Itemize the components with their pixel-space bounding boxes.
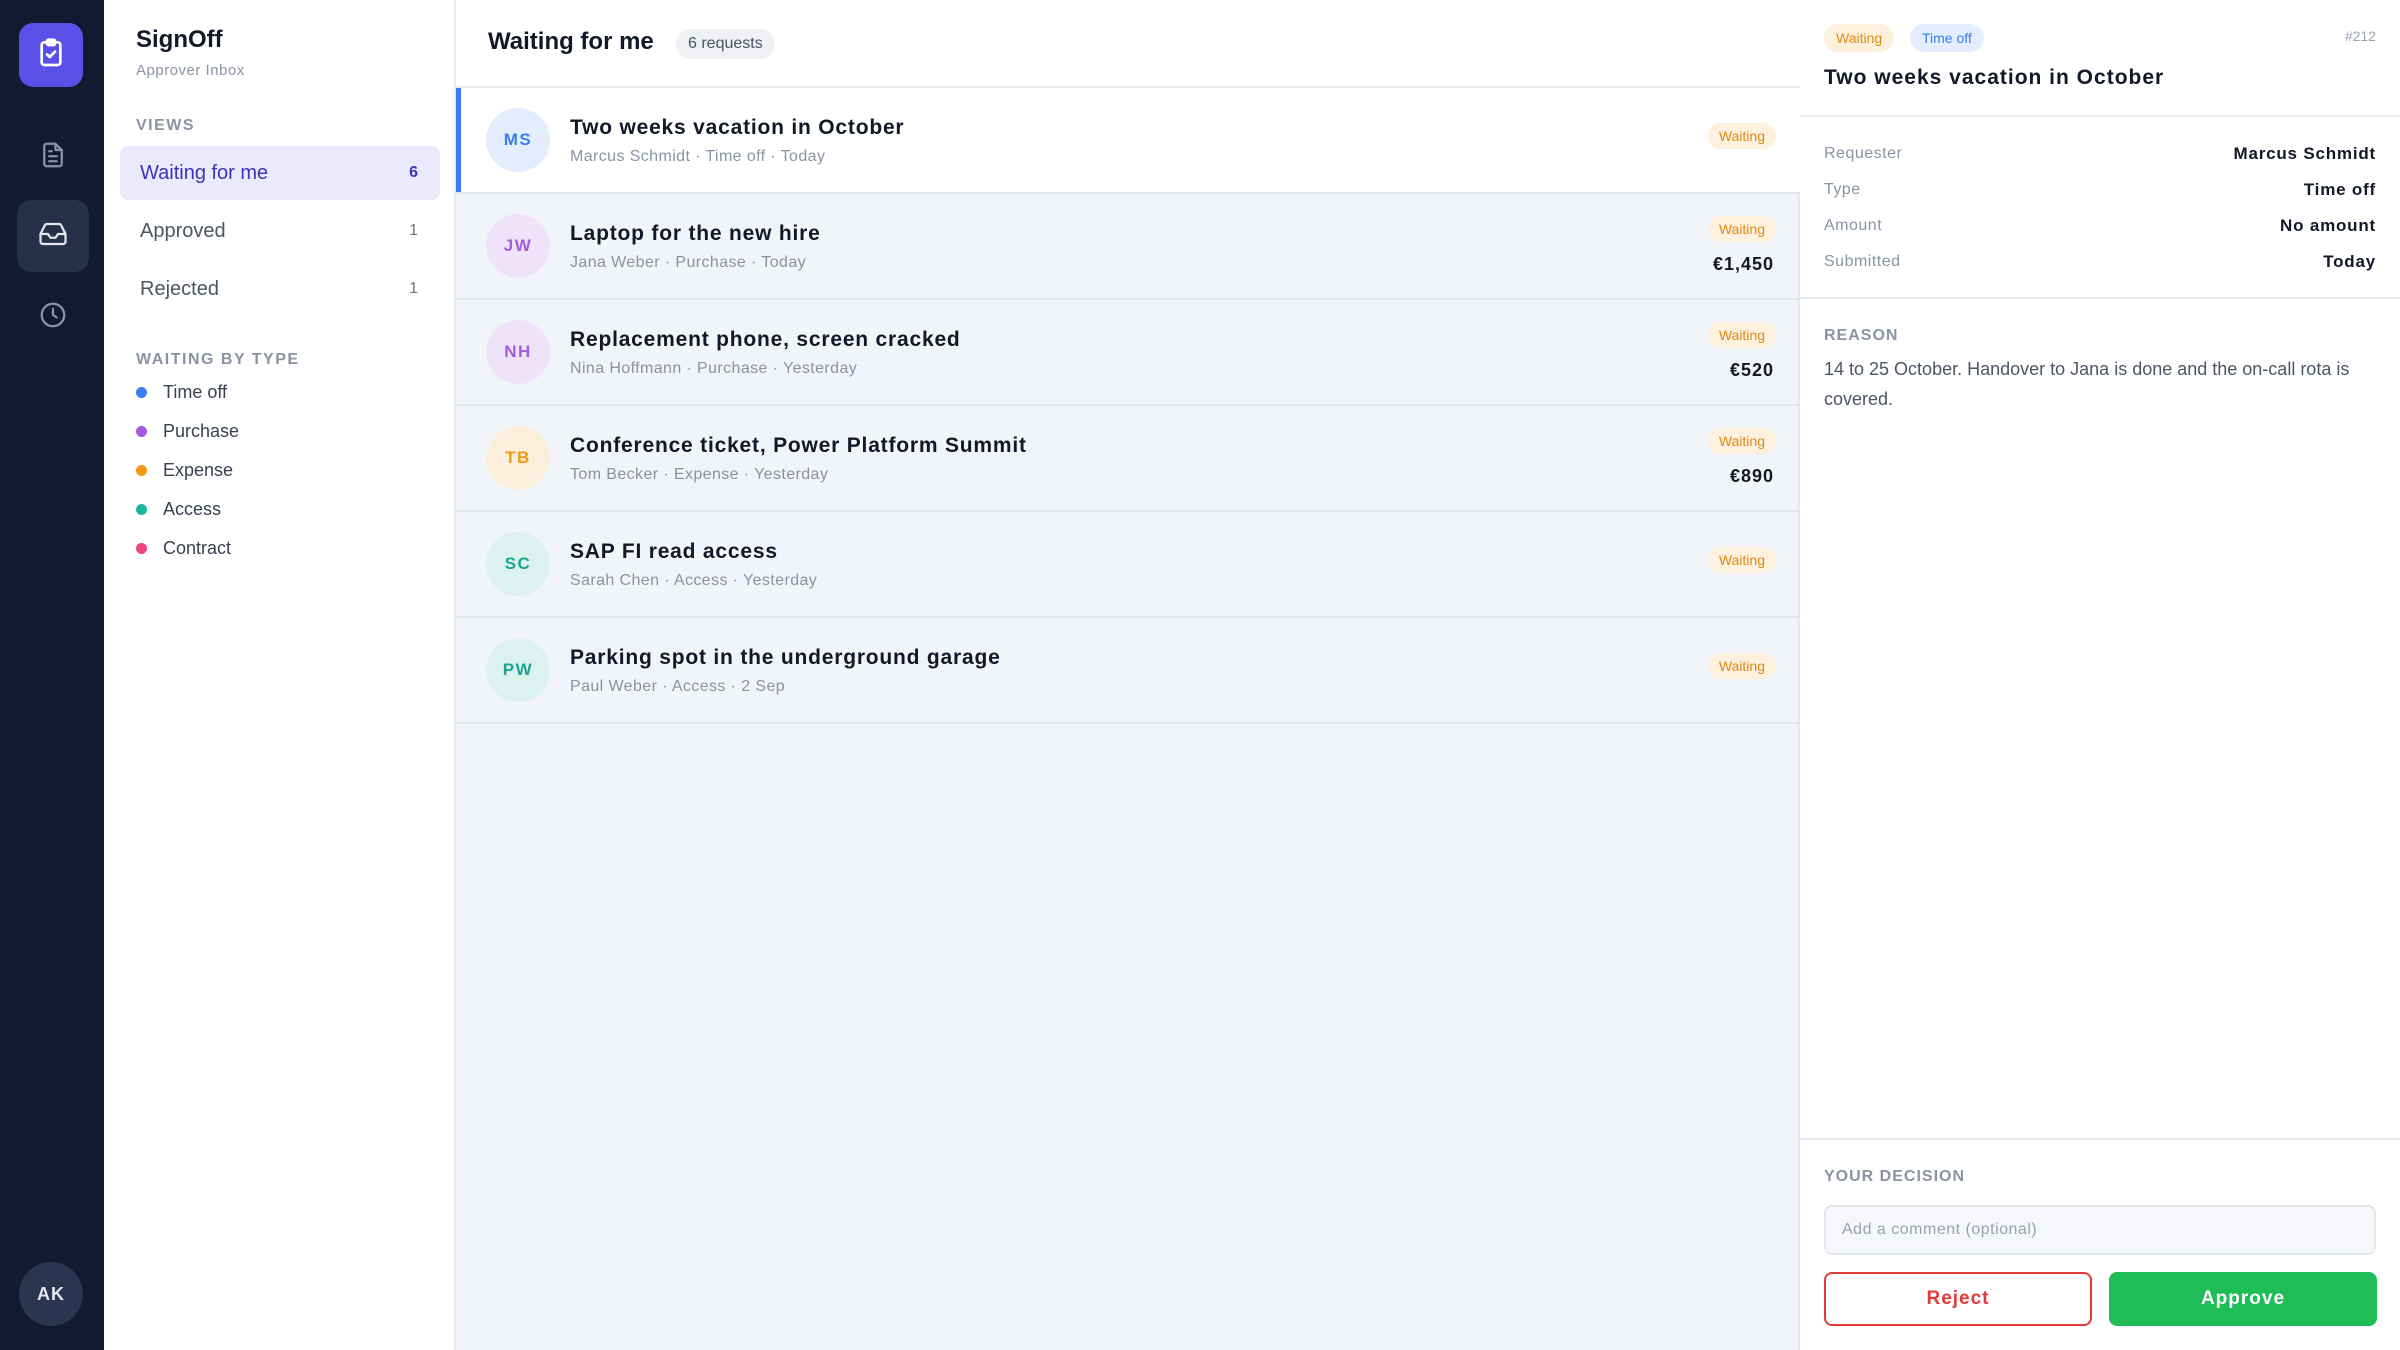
request-detail-panel: Waiting Time off #212 Two weeks vacation… xyxy=(1800,0,2400,1350)
request-row[interactable]: NH Replacement phone, screen cracked Nin… xyxy=(456,300,1800,406)
status-badge: Waiting xyxy=(1707,428,1776,454)
request-row[interactable]: MS Two weeks vacation in October Marcus … xyxy=(456,88,1800,194)
reason-label: REASON xyxy=(1824,327,1899,344)
view-waiting-for-me[interactable]: Waiting for me 6 xyxy=(120,146,440,200)
detail-status-badge: Waiting xyxy=(1824,24,1895,52)
type-color-dot xyxy=(136,425,147,437)
nav-inbox[interactable] xyxy=(17,200,89,272)
field-value: No amount xyxy=(2280,216,2376,235)
document-icon xyxy=(38,140,68,175)
type-color-dot xyxy=(136,542,147,554)
request-meta: Marcus Schmidt · Time off · Today xyxy=(570,148,826,165)
type-color-dot xyxy=(136,386,147,398)
view-count: 1 xyxy=(409,222,418,239)
field-value: Marcus Schmidt xyxy=(2233,144,2376,163)
request-id: #212 xyxy=(2344,28,2376,44)
requester-avatar: PW xyxy=(486,638,550,702)
detail-type-badge: Time off xyxy=(1910,24,1984,52)
type-color-dot xyxy=(136,503,147,515)
field-key: Submitted xyxy=(1824,253,1901,270)
request-row[interactable]: JW Laptop for the new hire Jana Weber · … xyxy=(456,194,1800,300)
view-rejected[interactable]: Rejected 1 xyxy=(120,262,440,316)
field-type: Type Time off xyxy=(1824,175,2376,205)
request-title: SAP FI read access xyxy=(570,540,778,563)
divider xyxy=(1800,1138,2400,1140)
types-section-label: WAITING BY TYPE xyxy=(136,351,300,368)
sidebar: SignOff Approver Inbox VIEWS Waiting for… xyxy=(104,0,523,1350)
nav-documents[interactable] xyxy=(17,121,89,193)
app-name: SignOff xyxy=(136,26,223,53)
nav-history[interactable] xyxy=(17,281,89,353)
type-color-dot xyxy=(136,464,147,476)
request-meta: Tom Becker · Expense · Yesterday xyxy=(570,466,829,483)
view-approved[interactable]: Approved 1 xyxy=(120,204,440,258)
requester-avatar: JW xyxy=(486,214,550,278)
status-badge: Waiting xyxy=(1707,322,1776,348)
inbox-icon xyxy=(38,219,68,254)
list-header: Waiting for me 6 requests xyxy=(456,0,1800,88)
clock-icon xyxy=(38,300,68,335)
field-amount: Amount No amount xyxy=(1824,211,2376,241)
detail-title: Two weeks vacation in October xyxy=(1824,66,2165,89)
view-label: Rejected xyxy=(140,277,219,300)
icon-rail: AK xyxy=(0,0,104,1350)
status-badge: Waiting xyxy=(1707,123,1776,149)
view-count: 6 xyxy=(409,164,418,181)
request-meta: Sarah Chen · Access · Yesterday xyxy=(570,572,818,589)
clipboard-check-icon xyxy=(35,37,67,74)
app-logo[interactable] xyxy=(19,23,83,87)
status-badge: Waiting xyxy=(1707,216,1776,242)
request-title: Two weeks vacation in October xyxy=(570,116,905,139)
field-value: Time off xyxy=(2303,180,2376,199)
list-title: Waiting for me xyxy=(488,28,654,55)
request-amount: €520 xyxy=(1729,360,1774,380)
status-badge: Waiting xyxy=(1707,547,1776,573)
request-row[interactable]: SC SAP FI read access Sarah Chen · Acces… xyxy=(456,512,1800,618)
request-row[interactable]: PW Parking spot in the underground garag… xyxy=(456,618,1800,724)
field-submitted: Submitted Today xyxy=(1824,247,2376,277)
request-title: Laptop for the new hire xyxy=(570,222,821,245)
requester-avatar: SC xyxy=(486,532,550,596)
app-subtitle: Approver Inbox xyxy=(136,62,245,79)
request-count-badge: 6 requests xyxy=(676,29,775,59)
comment-input[interactable] xyxy=(1824,1205,2376,1255)
approve-button[interactable]: Approve xyxy=(2109,1272,2377,1326)
view-label: Waiting for me xyxy=(140,161,269,184)
request-amount: €1,450 xyxy=(1712,254,1774,274)
request-list: Waiting for me 6 requests MS Two weeks v… xyxy=(456,0,1800,1350)
reject-button[interactable]: Reject xyxy=(1824,1272,2092,1326)
request-amount: €890 xyxy=(1729,466,1774,486)
request-meta: Nina Hoffmann · Purchase · Yesterday xyxy=(570,360,858,377)
divider xyxy=(1800,297,2400,299)
views-section-label: VIEWS xyxy=(136,117,196,134)
decision-label: YOUR DECISION xyxy=(1824,1168,1966,1185)
view-label: Approved xyxy=(140,219,226,242)
request-meta: Paul Weber · Access · 2 Sep xyxy=(570,678,786,695)
reason-text: 14 to 25 October. Handover to Jana is do… xyxy=(1824,359,2350,409)
requester-avatar: MS xyxy=(486,108,550,172)
field-key: Type xyxy=(1824,181,1861,198)
request-title: Conference ticket, Power Platform Summit xyxy=(570,434,1027,457)
field-key: Amount xyxy=(1824,217,1883,234)
requester-avatar: TB xyxy=(486,426,550,490)
request-row[interactable]: TB Conference ticket, Power Platform Sum… xyxy=(456,406,1800,512)
divider xyxy=(1800,115,2400,117)
request-title: Parking spot in the underground garage xyxy=(570,646,1001,669)
field-value: Today xyxy=(2323,252,2376,271)
status-badge: Waiting xyxy=(1707,653,1776,679)
requester-avatar: NH xyxy=(486,320,550,384)
view-count: 1 xyxy=(409,280,418,297)
field-key: Requester xyxy=(1824,145,1903,162)
user-avatar[interactable]: AK xyxy=(19,1262,83,1326)
request-meta: Jana Weber · Purchase · Today xyxy=(570,254,807,271)
request-title: Replacement phone, screen cracked xyxy=(570,328,961,351)
field-requester: Requester Marcus Schmidt xyxy=(1824,139,2376,169)
